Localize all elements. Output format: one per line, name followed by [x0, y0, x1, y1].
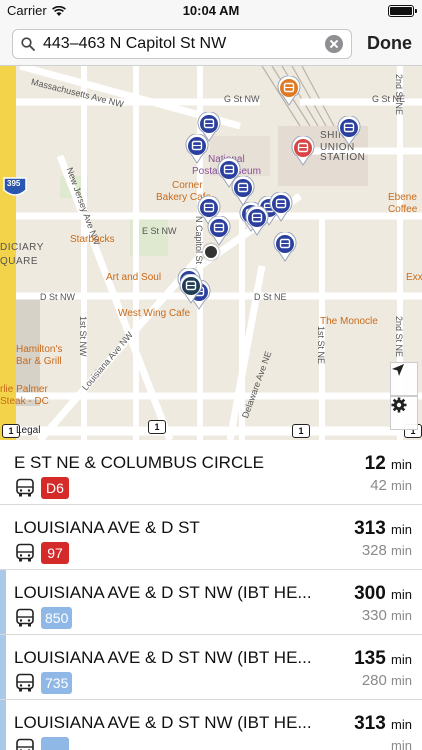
route-badge: 850 [41, 607, 73, 629]
following-arrival: min [391, 738, 412, 750]
stop-list[interactable]: E ST NE & COLUMBUS CIRCLE D6 12 min 42 m… [0, 440, 422, 750]
street-label-e-st-nw: E St NW [142, 226, 177, 236]
poi-ebene-coffee-line2[interactable]: Coffee [388, 204, 417, 215]
bus-icon [15, 738, 35, 750]
poi-charlie-palmer-line2[interactable]: Steak - DC [0, 396, 49, 407]
next-arrival: 300 min [354, 583, 412, 604]
poi-exx[interactable]: Exx [406, 272, 422, 283]
us1-shield-icon: 1 [148, 420, 166, 434]
clear-icon[interactable] [325, 35, 343, 53]
route-badge: 735 [41, 672, 73, 694]
bus-icon [15, 543, 35, 568]
bus-stop-pin[interactable] [206, 216, 232, 246]
stop-row-0[interactable]: E ST NE & COLUMBUS CIRCLE D6 12 min 42 m… [0, 440, 422, 505]
stop-row-2[interactable]: LOUISIANA AVE & D ST NW (IBT HE... 850 3… [0, 570, 422, 635]
stop-name: LOUISIANA AVE & D ST NW (IBT HE... [14, 583, 312, 602]
next-arrival: 135 min [354, 648, 412, 669]
bus-icon [15, 673, 35, 698]
poi-the-monocle[interactable]: The Monocle [320, 316, 378, 327]
stop-name: LOUISIANA AVE & D ST [14, 518, 200, 537]
stop-name: E ST NE & COLUMBUS CIRCLE [14, 453, 265, 472]
location-arrow-icon [392, 364, 404, 376]
rail-station-pin[interactable] [290, 136, 316, 166]
poi-charlie-palmer-line1[interactable]: rlie Palmer [0, 384, 48, 395]
search-icon [13, 37, 43, 51]
next-arrival: 12 min [364, 453, 412, 474]
following-arrival: 42 min [370, 477, 412, 494]
following-arrival: 330 min [361, 607, 412, 624]
gear-icon [391, 397, 407, 413]
stop-name: LOUISIANA AVE & D ST NW (IBT HE... [14, 648, 312, 667]
area-label-union-line3: STATION [320, 152, 366, 163]
following-arrival: 280 min [361, 672, 412, 689]
battery-icon [388, 5, 417, 17]
selected-stop-pin[interactable] [178, 274, 204, 304]
status-bar: Carrier 10:04 AM [0, 0, 422, 22]
street-label-g-st-nw: G St NW [224, 94, 260, 104]
poi-hamiltons-line2[interactable]: Bar & Grill [16, 356, 62, 367]
poi-art-and-soul[interactable]: Art and Soul [106, 272, 161, 283]
locate-me-button[interactable] [390, 362, 418, 396]
poi-ebene-coffee-line1[interactable]: Ebene [388, 192, 417, 203]
next-arrival: 313 min [354, 713, 412, 734]
user-location-dot [203, 244, 219, 260]
search-input[interactable] [43, 35, 325, 53]
map-view[interactable]: Massachusetts Ave NW New Jersey Ave NW G… [0, 66, 422, 440]
interstate-label: 395 [7, 179, 21, 188]
bus-icon [15, 478, 35, 503]
area-label-judiciary-line2: QUARE [0, 256, 39, 267]
route-badge: D6 [41, 477, 69, 499]
street-label-d-st-nw: D St NW [40, 292, 75, 302]
stop-row-4[interactable]: LOUISIANA AVE & D ST NW (IBT HE... 313 m… [0, 700, 422, 750]
following-arrival: 328 min [361, 542, 412, 559]
street-label-2nd-st-ne: 2nd St NE [394, 74, 404, 116]
street-label-1st-st-nw: 1st St NW [78, 316, 88, 357]
route-badge: 97 [41, 542, 69, 564]
stop-row-3[interactable]: LOUISIANA AVE & D ST NW (IBT HE... 735 1… [0, 635, 422, 700]
legal-link[interactable]: Legal [16, 425, 40, 436]
bus-stop-pin[interactable] [268, 192, 294, 222]
bus-stop-pin[interactable] [184, 134, 210, 164]
done-button[interactable]: Done [367, 33, 412, 54]
next-arrival: 313 min [354, 518, 412, 539]
poi-hamiltons-line1[interactable]: Hamilton's [16, 344, 62, 355]
street-label-1st-st-ne: 1st St NE [316, 326, 326, 365]
settings-button[interactable] [390, 396, 418, 430]
bus-stop-pin[interactable] [272, 232, 298, 262]
street-label-d-st-ne: D St NE [254, 292, 287, 302]
poi-west-wing-cafe[interactable]: West Wing Cafe [118, 308, 190, 319]
bus-icon [15, 608, 35, 633]
poi-starbucks[interactable]: Starbucks [70, 234, 114, 245]
route-badge [41, 737, 69, 750]
stop-name: LOUISIANA AVE & D ST NW (IBT HE... [14, 713, 312, 732]
train-station-pin[interactable] [276, 76, 302, 106]
bus-stop-pin[interactable] [336, 116, 362, 146]
clock: 10:04 AM [182, 3, 240, 18]
search-field[interactable] [12, 29, 352, 59]
stop-row-1[interactable]: LOUISIANA AVE & D ST 97 313 min 328 min [0, 505, 422, 570]
area-label-judiciary-line1: DICIARY [0, 242, 44, 253]
street-label-2nd-st-ne-b: 2nd St NE [394, 316, 404, 358]
poi-corner-bakery-line1[interactable]: Corner [172, 180, 203, 191]
bus-stop-pin[interactable] [244, 206, 270, 236]
us1-shield-icon: 1 [292, 424, 310, 438]
search-bar: Done [0, 22, 422, 66]
